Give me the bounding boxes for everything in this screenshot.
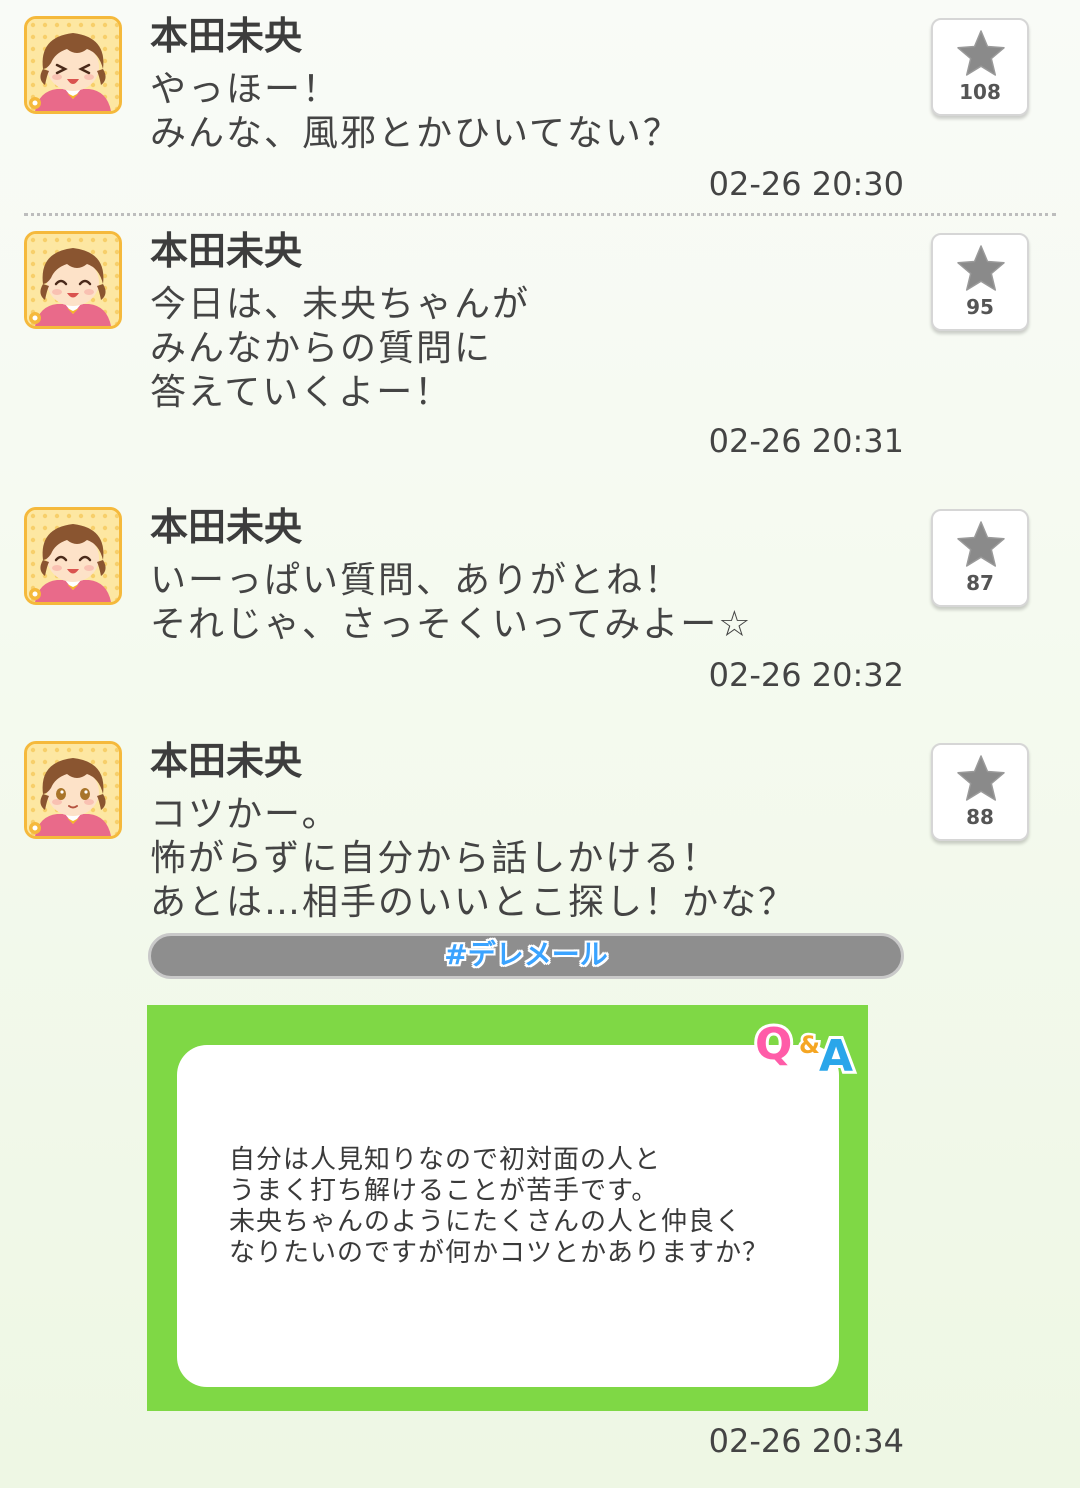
- post-text: コツかー。 怖がらずに自分から話しかける！ あとは…相手のいいとこ探し！かな？: [150, 793, 796, 925]
- star-icon: [957, 755, 1005, 805]
- like-button[interactable]: 88: [931, 743, 1029, 841]
- svg-text:Q: Q: [755, 1019, 792, 1070]
- post-text-line: あとは…相手のいいとこ探し！かな？: [150, 882, 797, 923]
- avatar[interactable]: [24, 231, 122, 329]
- post-text-line: みんな、風邪とかひいてない？: [150, 113, 681, 154]
- post-text-line: それじゃ、さっそくいってみよー☆: [150, 604, 753, 645]
- like-button[interactable]: 95: [931, 233, 1029, 331]
- post-text-line: 今日は、未央ちゃんが: [150, 284, 531, 325]
- poster-name: 本田未央: [150, 229, 303, 273]
- qa-line: 未央ちゃんのようにたくさんの人と仲良く: [229, 1207, 743, 1237]
- svg-text:&: &: [799, 1031, 820, 1059]
- poster-name: 本田未央: [150, 739, 303, 783]
- post-text: いーっぱい質問、ありがとね！ それじゃ、さっそくいってみよー☆: [150, 559, 752, 647]
- qa-line: うまく打ち解けることが苦手です。: [229, 1176, 659, 1206]
- avatar[interactable]: [24, 507, 122, 605]
- poster-name: 本田未央: [150, 505, 303, 549]
- svg-text:A: A: [819, 1031, 853, 1079]
- post-text-line: コツかー。: [150, 794, 340, 835]
- post-text-line: いーっぱい質問、ありがとね！: [150, 560, 683, 601]
- hashtag-bar[interactable]: #デレメール: [148, 933, 904, 979]
- poster-name: 本田未央: [150, 14, 303, 58]
- post-text-line: 怖がらずに自分から話しかける！: [150, 838, 720, 879]
- star-icon: [957, 245, 1005, 295]
- qa-card[interactable]: 自分は人見知りなので初対面の人と うまく打ち解けることが苦手です。 未央ちゃんの…: [147, 1005, 868, 1411]
- like-count: 108: [959, 80, 1001, 104]
- post-divider: [24, 213, 1056, 216]
- star-icon: [957, 30, 1005, 80]
- timestamp: 02-26 20:32: [708, 656, 904, 694]
- post-text: やっほー！ みんな、風邪とかひいてない？: [150, 68, 681, 156]
- like-count: 88: [966, 805, 994, 829]
- qa-line: 自分は人見知りなので初対面の人と: [229, 1145, 662, 1175]
- like-count: 87: [966, 571, 994, 595]
- qa-line: なりたいのですが何かコツとかありますか？: [229, 1238, 770, 1268]
- post-text-line: やっほー！: [150, 69, 341, 110]
- like-button[interactable]: 108: [931, 18, 1029, 116]
- timestamp: 02-26 20:31: [708, 422, 904, 460]
- timestamp: 02-26 20:34: [708, 1422, 904, 1460]
- post-text-line: みんなからの質問に: [150, 328, 493, 369]
- qa-logo-icon: Q & A: [752, 1013, 865, 1085]
- like-count: 95: [966, 295, 994, 319]
- qa-question-box: 自分は人見知りなので初対面の人と うまく打ち解けることが苦手です。 未央ちゃんの…: [177, 1045, 839, 1387]
- hashtag-label: #デレメール: [444, 938, 608, 971]
- post-text: 今日は、未央ちゃんが みんなからの質問に 答えていくよー！: [150, 283, 530, 415]
- post-text-line: 答えていくよー！: [150, 372, 453, 413]
- timestamp: 02-26 20:30: [708, 165, 904, 203]
- avatar[interactable]: [24, 16, 122, 114]
- like-button[interactable]: 87: [931, 509, 1029, 607]
- qa-question-text: 自分は人見知りなので初対面の人と うまく打ち解けることが苦手です。 未央ちゃんの…: [229, 1145, 769, 1269]
- avatar[interactable]: [24, 741, 122, 839]
- star-icon: [957, 521, 1005, 571]
